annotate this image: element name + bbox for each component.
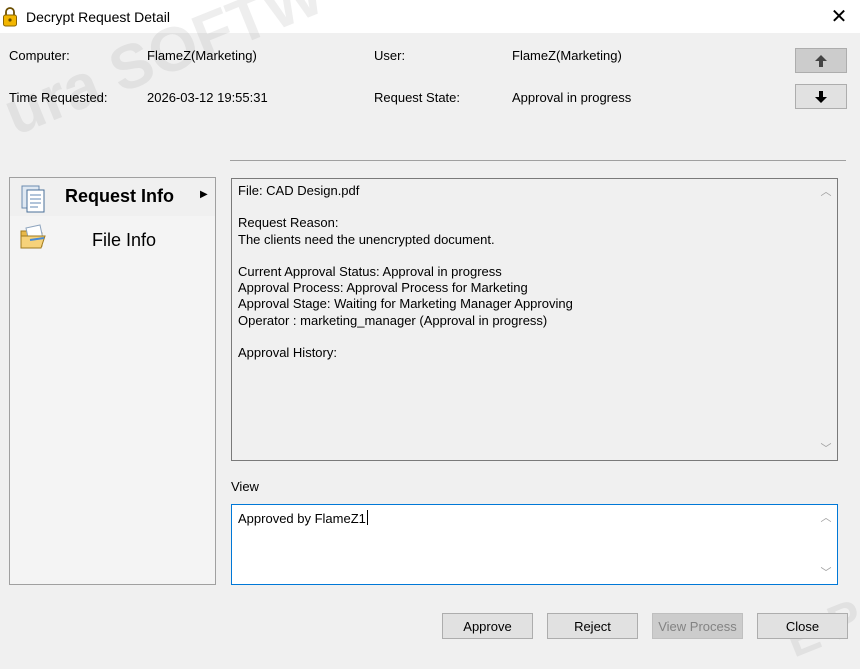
- request-details-line: [238, 329, 573, 345]
- request-details-line: [238, 248, 573, 264]
- request-details-line: The clients need the unencrypted documen…: [238, 231, 495, 247]
- request-details-line: File: CAD Design.pdf: [238, 183, 360, 198]
- view-process-button[interactable]: View Process: [652, 613, 743, 639]
- computer-value: FlameZ(Marketing): [147, 48, 257, 63]
- request-details-line: Approval Stage: Waiting for Marketing Ma…: [238, 296, 573, 312]
- request-details-line: Request Reason:: [238, 215, 339, 231]
- user-value: FlameZ(Marketing): [512, 48, 622, 63]
- request-details-line: Approval Process: Approval Process for M…: [238, 280, 528, 296]
- time-requested-label: Time Requested:: [9, 90, 108, 105]
- sidebar: Request Info ▶ File Info: [9, 177, 216, 585]
- computer-label: Computer:: [9, 48, 70, 63]
- scroll-down-icon[interactable]: ﹀: [815, 562, 837, 582]
- next-request-button[interactable]: [795, 84, 847, 109]
- lock-icon: [3, 7, 17, 27]
- scroll-up-icon[interactable]: ︿: [815, 181, 837, 201]
- document-icon: [21, 185, 45, 213]
- open-folder-icon: [20, 224, 46, 249]
- user-label: User:: [374, 48, 406, 63]
- sidebar-item-request-info[interactable]: Request Info ▶: [10, 178, 215, 216]
- sidebar-item-label: Request Info: [65, 186, 175, 206]
- view-label: View: [231, 479, 259, 494]
- close-button[interactable]: Close: [757, 613, 848, 639]
- request-state-label: Request State:: [374, 90, 460, 105]
- sidebar-item-file-info[interactable]: File Info: [10, 220, 215, 258]
- scroll-up-icon[interactable]: ︿: [815, 507, 837, 527]
- sidebar-item-label: File Info: [92, 230, 157, 250]
- time-requested-value: 2026-03-12 19:55:31: [147, 90, 268, 105]
- request-details-textarea[interactable]: File: CAD Design.pdf Request Reason: The …: [231, 178, 838, 461]
- request-details-line: [238, 199, 573, 215]
- header-divider: [230, 160, 846, 161]
- scroll-down-icon[interactable]: ﹀: [815, 438, 837, 458]
- title-bar: Decrypt Request Detail ✕: [0, 0, 860, 33]
- request-state-value: Approval in progress: [512, 90, 632, 105]
- request-details-scrollbar[interactable]: ︿ ﹀: [815, 179, 837, 460]
- view-scrollbar[interactable]: ︿ ﹀: [815, 505, 837, 584]
- window-close-button[interactable]: ✕: [826, 4, 852, 30]
- request-details-line: Operator : marketing_manager (Approval i…: [238, 312, 548, 328]
- window-title: Decrypt Request Detail: [26, 9, 170, 25]
- approve-button[interactable]: Approve: [442, 613, 533, 639]
- view-textarea[interactable]: Approved by FlameZ1 ︿ ﹀: [231, 504, 838, 585]
- caret-right-icon: ▶: [200, 189, 208, 200]
- request-details-line: Current Approval Status: Approval in pro…: [238, 264, 502, 280]
- previous-request-button[interactable]: [795, 48, 847, 73]
- arrow-up-icon: [815, 54, 827, 67]
- request-details-text: File: CAD Design.pdf Request Reason: The …: [238, 183, 573, 361]
- reject-button[interactable]: Reject: [547, 613, 638, 639]
- request-details-line: Approval History:: [238, 345, 337, 361]
- view-text: Approved by FlameZ1: [238, 510, 368, 526]
- arrow-down-icon: [815, 90, 827, 103]
